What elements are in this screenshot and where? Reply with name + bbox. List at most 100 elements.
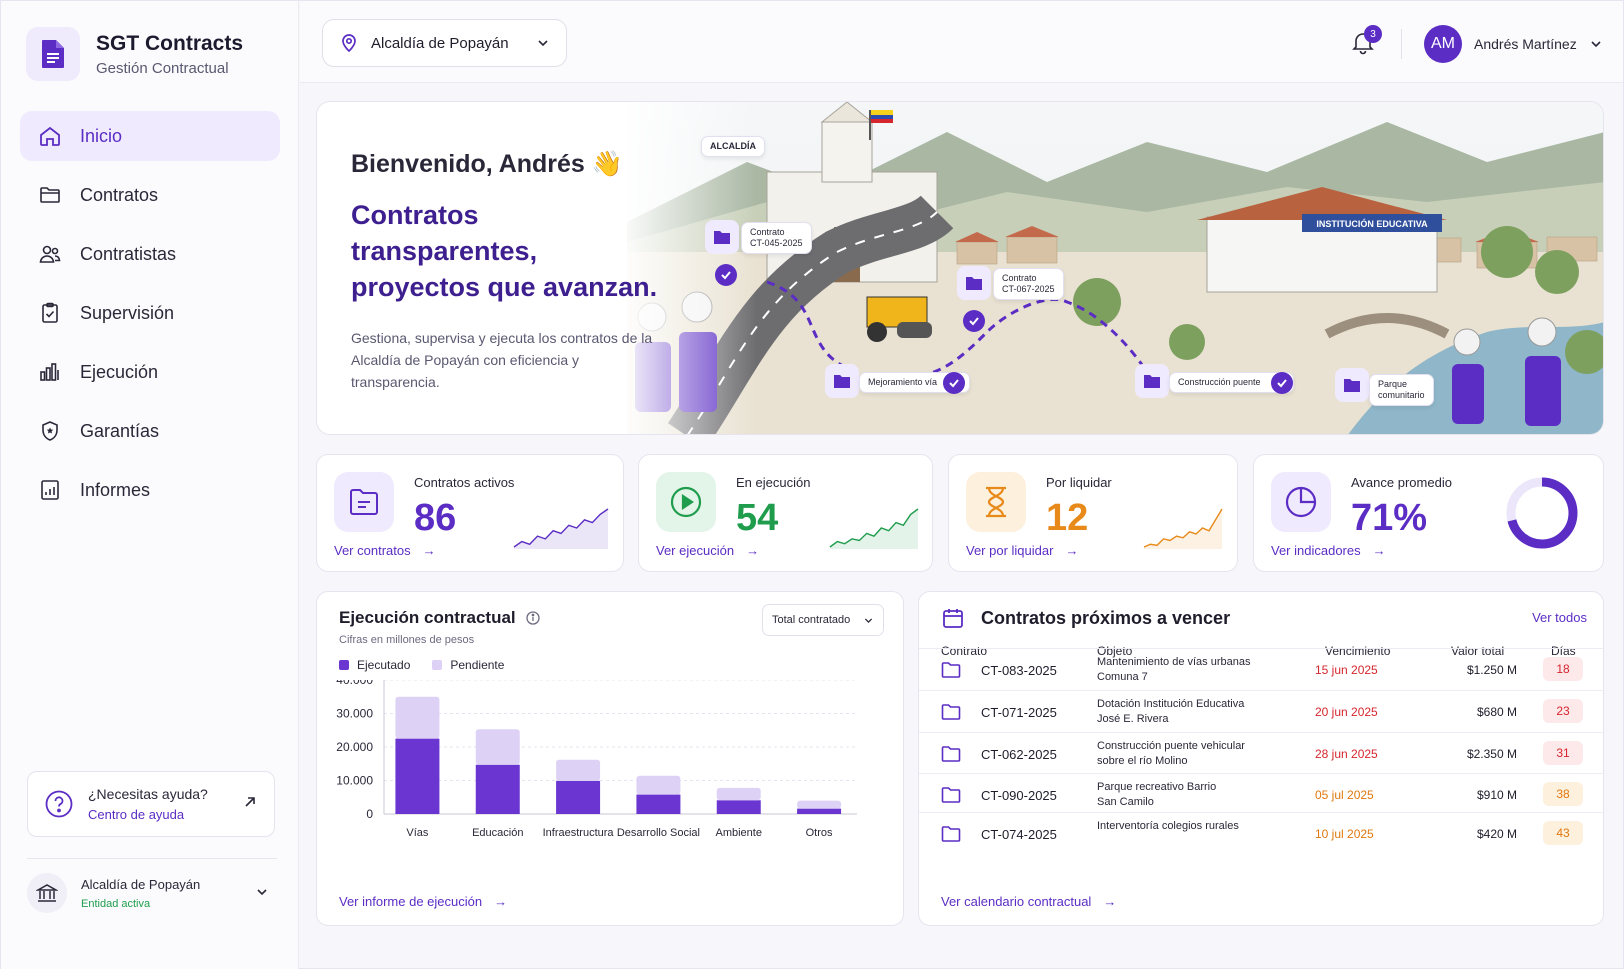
contract-calendar-link[interactable]: Ver calendario contractual → [941,894,1116,909]
days-badge: 43 [1543,821,1583,845]
nav-item-ejecucion[interactable]: Ejecución [20,347,280,397]
top-bar: Alcaldía de Popayán 3 AM Andrés Martínez [300,1,1623,83]
bar-executed[interactable] [716,800,761,814]
nav-item-supervision[interactable]: Supervisión [20,288,280,338]
headline-line-2: proyectos que avanzan. [351,272,658,302]
execution-report-link[interactable]: Ver informe de ejecución → [339,894,507,909]
chart-title-text: Ejecución contractual [339,608,516,627]
banner-description: Gestiona, supervisa y ejecuta los contra… [351,330,653,390]
bar-executed[interactable] [475,764,520,814]
view-execution-link[interactable]: Ver ejecución → [656,543,759,558]
stat-label: Contratos activos [414,475,515,490]
view-contracts-link[interactable]: Ver contratos → [334,543,436,558]
arrow-right-icon: → [746,543,760,558]
contract-code[interactable]: CT-090-2025 [981,788,1057,803]
link-label: Ver contratos [334,543,411,558]
nav-label: Garantías [80,420,160,441]
entity-switcher[interactable]: Alcaldía de Popayán Entidad activa [27,873,277,913]
organization-select[interactable]: Alcaldía de Popayán [322,19,567,67]
home-icon [40,126,60,146]
info-icon[interactable] [526,611,540,625]
bar-pending[interactable] [395,696,440,739]
nav-item-contratos[interactable]: Contratos [20,170,280,220]
contract-object: Parque recreativo Barrio San Camilo [1097,780,1277,810]
bar-pending[interactable] [475,729,520,765]
table-row[interactable]: CT-071-2025 Dotación Institución Educativ… [919,690,1603,732]
view-liquidation-link[interactable]: Ver por liquidar → [966,543,1078,558]
stat-value: 71% [1351,497,1428,539]
marker-code: CT-067-2025 [1002,284,1055,294]
view-indicators-link[interactable]: Ver indicadores → [1271,543,1386,558]
legend-label: Ejecutado [357,658,411,672]
x-tick-label: Otros [806,827,833,839]
check-icon [963,310,985,332]
bar-pending[interactable] [797,800,842,809]
stat-card-active-contracts[interactable]: Contratos activos 86 Ver contratos → [316,454,624,572]
sparkline [829,508,919,549]
document-logo-icon [26,27,80,81]
bar-pending[interactable] [716,787,761,801]
arrow-right-icon: → [494,894,508,909]
due-date: 10 jul 2025 [1315,827,1374,841]
bar-executed[interactable] [797,808,842,814]
arrow-right-icon: → [1103,894,1117,909]
legend-item-pending: Pendiente [432,658,504,672]
y-tick-label: 40.000 [336,680,373,687]
table-row[interactable]: CT-074-2025 Interventoría colegios rurale… [919,812,1603,854]
map-marker-contract-045[interactable]: Contrato CT-045-2025 [741,222,812,254]
chart-subtitle: Cifras en millones de pesos [339,634,475,646]
stat-card-average-progress[interactable]: Avance promedio 71% Ver indicadores → [1253,454,1604,572]
bar-executed[interactable] [395,738,440,814]
table-row[interactable]: CT-090-2025 Parque recreativo Barrio San C… [919,773,1603,815]
object-line-1: Mantenimiento de vías urbanas [1097,656,1251,668]
pie-chart-icon [1271,472,1331,532]
nav-label: Contratistas [80,243,177,264]
bar-pending[interactable] [556,759,601,781]
user-name: Andrés Martínez [1474,36,1577,52]
main-nav: Inicio Contratos Contratistas Supervisió… [20,111,280,524]
y-tick-label: 0 [366,807,373,821]
bar-executed[interactable] [556,780,601,814]
help-center-link[interactable]: Centro de ayuda [88,807,208,822]
contract-code[interactable]: CT-074-2025 [981,827,1057,842]
check-icon [1271,372,1293,394]
bar-pending[interactable] [636,775,681,795]
x-tick-label: Desarrollo Social [617,827,700,839]
user-menu[interactable]: AM Andrés Martínez [1424,25,1603,63]
stat-card-in-execution[interactable]: En ejecución 54 Ver ejecución → [638,454,933,572]
table-row[interactable]: CT-083-2025 Mantenimiento de vías urbanas… [919,648,1603,690]
object-line-1: Construcción puente vehicular [1097,740,1245,752]
legend-label: Pendiente [450,658,505,672]
expiring-contracts-card: Contratos próximos a vencer Ver todos Co… [918,591,1604,926]
report-icon [41,480,59,500]
due-date: 28 jun 2025 [1315,747,1378,761]
nav-item-inicio[interactable]: Inicio [20,111,280,161]
stat-label: Avance promedio [1351,475,1452,490]
nav-item-garantias[interactable]: Garantías [20,406,280,456]
execution-chart-card: Ejecución contractual Cifras en millones… [316,591,904,926]
view-all-link[interactable]: Ver todos [1532,610,1587,625]
table-row[interactable]: CT-062-2025 Construcción puente vehicular… [919,732,1603,774]
contract-object: Construcción puente vehicular sobre el rí… [1097,739,1277,769]
shield-icon [42,421,58,441]
folder-icon [40,187,60,203]
stat-card-to-liquidate[interactable]: Por liquidar 12 Ver por liquidar → [948,454,1238,572]
map-marker-park[interactable]: Parque comunitario [1369,374,1434,406]
contract-code[interactable]: CT-062-2025 [981,747,1057,762]
nav-item-contratistas[interactable]: Contratistas [20,229,280,279]
contract-code[interactable]: CT-083-2025 [981,663,1057,678]
bar-executed[interactable] [636,794,681,814]
external-arrow-icon [245,797,255,807]
nav-item-informes[interactable]: Informes [20,465,280,515]
chevron-down-icon [1591,41,1601,48]
stat-label: Por liquidar [1046,475,1112,490]
contract-object: Interventoría colegios rurales [1097,819,1277,834]
divider [27,858,277,859]
contract-value: $680 M [1476,705,1517,719]
map-marker-contract-067[interactable]: Contrato CT-067-2025 [993,268,1064,300]
contract-code[interactable]: CT-071-2025 [981,705,1057,720]
chart-filter-select[interactable]: Total contratado [762,604,884,636]
school-sign: INSTITUCIÓN EDUCATIVA [1316,218,1428,229]
object-line-2: sobre el río Molino [1097,755,1188,767]
help-card[interactable]: ¿Necesitas ayuda? Centro de ayuda [27,771,275,837]
